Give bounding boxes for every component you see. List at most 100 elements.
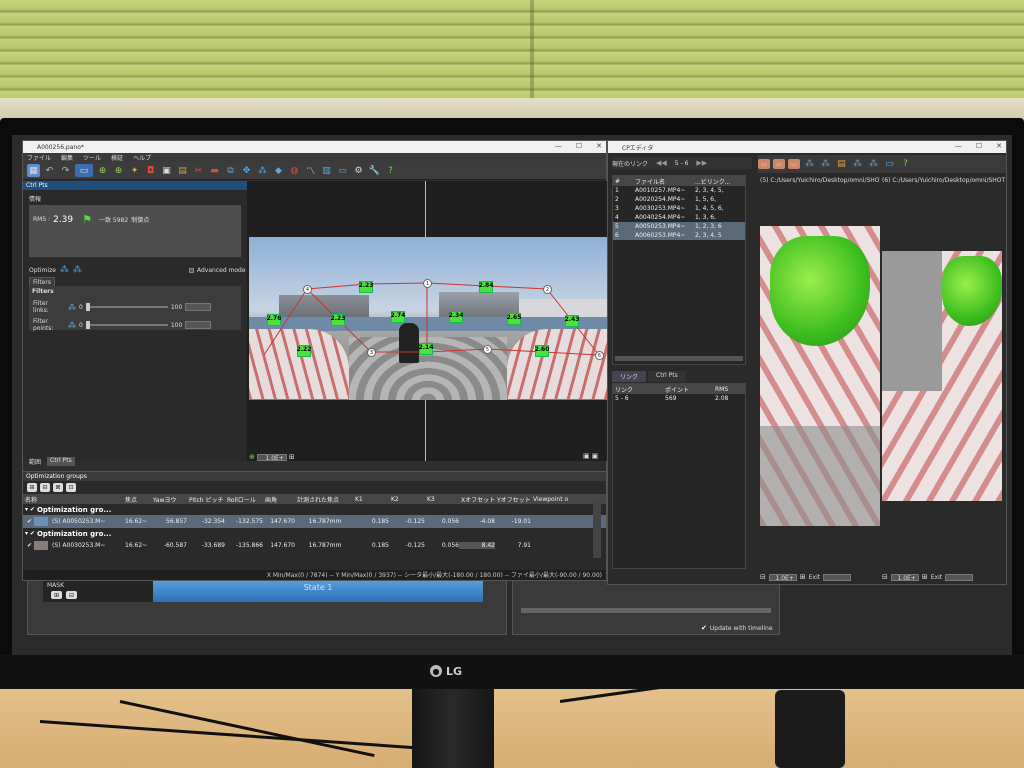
control-point-label[interactable]: 2.23 <box>359 281 373 293</box>
maximize-icon[interactable]: ☐ <box>576 142 582 150</box>
levels-icon[interactable]: ▤ <box>176 164 189 177</box>
row-check-icon[interactable]: ✔ <box>25 518 32 525</box>
view-both-icon[interactable]: ▭ <box>788 159 800 169</box>
help-icon[interactable]: ? <box>384 164 397 177</box>
left-exit[interactable]: Exit <box>809 574 820 581</box>
display-icon[interactable]: ▭ <box>336 164 349 177</box>
menu-help[interactable]: ヘルプ <box>133 153 151 162</box>
left-zoom[interactable]: 1.0E+ <box>768 573 797 582</box>
menu-edit[interactable]: 編集 <box>61 153 73 162</box>
right-zoom[interactable]: 1.0E+ <box>890 573 919 582</box>
control-point-label[interactable]: 2.84 <box>479 281 493 293</box>
list-item[interactable]: 1 A0010257.MP4~ 2, 3, 4, 5, <box>613 186 745 195</box>
group-row[interactable]: ▾ ✔ Optimization gro... <box>23 528 606 539</box>
zoom-in-icon[interactable]: ⊞ <box>922 573 928 581</box>
tab-filters[interactable]: Filters <box>29 277 55 286</box>
network-icon[interactable]: ⁂ <box>819 158 832 171</box>
timeline-scrollbar[interactable] <box>521 608 771 613</box>
tab-ctrl-pts[interactable]: Ctrl Pts <box>648 371 686 382</box>
points-icon[interactable]: ⁂ <box>867 158 880 171</box>
maximize-icon[interactable]: ☐ <box>976 142 982 150</box>
minimize-icon[interactable]: — <box>555 142 562 150</box>
col-link[interactable]: リンク <box>613 385 663 394</box>
col-rms[interactable]: RMS <box>713 386 743 393</box>
table-row[interactable]: ✔ (S) A0030253.M~ 16.62~ -60.587 -33.689 … <box>23 539 606 552</box>
project-icon[interactable]: ▦ <box>27 164 40 177</box>
mask-add-icon[interactable]: ⊞ <box>51 591 62 599</box>
image-node[interactable]: 5 <box>483 345 492 354</box>
close-icon[interactable]: ✕ <box>596 142 602 150</box>
add-group-icon[interactable]: ⊞ <box>27 483 37 492</box>
col-x-offset[interactable]: Xオフセット <box>459 495 495 504</box>
zoom-in-icon[interactable]: ⊞ <box>289 453 295 461</box>
network-icon[interactable]: ⁂ <box>803 158 816 171</box>
help-icon[interactable]: ? <box>899 158 912 171</box>
diamond-icon[interactable]: ◆ <box>272 164 285 177</box>
next-link-icon[interactable]: ▶▶ <box>696 159 707 167</box>
minimize-icon[interactable]: — <box>955 142 962 150</box>
checkbox-checked-icon[interactable]: ✔ <box>701 624 707 632</box>
crosshair-icon[interactable]: ⊕ <box>96 164 109 177</box>
list-item[interactable]: 5 A0050253.MP4~ 1, 2, 3, 6 <box>613 222 745 231</box>
rotate-icon[interactable]: ✦ <box>128 164 141 177</box>
optimize-selected-icon[interactable]: ⁂ <box>73 265 82 275</box>
optimization-scrollbar[interactable] <box>593 498 601 558</box>
row-x-offset[interactable]: 8.42 <box>459 542 495 549</box>
render-icon[interactable]: ▭ <box>75 164 93 177</box>
col-points[interactable]: ポイント <box>663 385 713 394</box>
control-point-label[interactable]: 2.14 <box>419 343 433 355</box>
target-icon[interactable]: ⊕ <box>112 164 125 177</box>
col-name[interactable]: 名称 <box>23 495 123 504</box>
filter-points-slider[interactable] <box>85 321 168 329</box>
right-exit[interactable]: Exit <box>931 574 942 581</box>
list-item[interactable]: 6 A0060253.MP4~ 2, 3, 4, 5 <box>613 231 745 240</box>
col-fov[interactable]: 画角 <box>263 495 295 504</box>
list-item[interactable]: 5 - 6 569 2.08 <box>613 394 745 403</box>
split-icon[interactable]: ✂ <box>192 164 205 177</box>
zoom-out-icon[interactable]: ⊟ <box>760 573 766 581</box>
camera-icon[interactable]: ▥ <box>320 164 333 177</box>
advanced-mode-checkbox[interactable] <box>189 268 194 273</box>
tab-links[interactable]: リンク <box>612 371 647 382</box>
mask-tool-icon[interactable]: ◘ <box>144 164 157 177</box>
control-point-label[interactable]: 2.43 <box>565 315 579 327</box>
col-filename[interactable]: ファイル名 <box>633 177 693 186</box>
zoom-value[interactable]: 1.0E+ <box>256 453 287 462</box>
previous-link-icon[interactable]: ◀◀ <box>656 159 667 167</box>
mask-edit-icon[interactable]: ⊟ <box>66 591 77 599</box>
group-row[interactable]: ▾ ✔ Optimization gro... <box>23 504 606 515</box>
filter-points-input[interactable] <box>185 321 212 329</box>
link-group-icon[interactable]: ⊠ <box>53 483 63 492</box>
display-icon[interactable]: ▭ <box>883 158 896 171</box>
panorama-image[interactable]: 2.23 2.84 2.76 2.23 2.74 2.34 2.65 2.43 … <box>249 237 607 400</box>
control-point-label[interactable]: 2.76 <box>267 314 281 326</box>
filter-links-slider[interactable] <box>85 303 168 311</box>
network-icon[interactable]: ⁂ <box>256 164 269 177</box>
col-roll[interactable]: Rollロール <box>225 495 263 504</box>
settings-icon[interactable]: ⚙ <box>352 164 365 177</box>
col-focal[interactable]: 焦点 <box>123 495 151 504</box>
list-item[interactable]: 3 A0030253.MP4~ 1, 4, 5, 6, <box>613 204 745 213</box>
col-measured-focal[interactable]: 計測された焦点 <box>295 495 353 504</box>
col-index[interactable]: # <box>613 178 633 185</box>
optimize-all-icon[interactable]: ⁂ <box>60 265 69 275</box>
mask-tool-icon[interactable]: ▤ <box>835 158 848 171</box>
image-node[interactable]: 3 <box>367 348 376 357</box>
menu-verify[interactable]: 検証 <box>111 153 123 162</box>
left-image-view[interactable] <box>760 226 880 526</box>
redo-icon[interactable]: ↷ <box>59 164 72 177</box>
files-scrollbar[interactable] <box>615 356 743 361</box>
col-pitch[interactable]: Pitch ピッチ <box>187 495 225 504</box>
zoom-in-icon[interactable]: ⊞ <box>800 573 806 581</box>
undo-icon[interactable]: ↶ <box>43 164 56 177</box>
filter-links-input[interactable] <box>185 303 212 311</box>
points-icon[interactable]: ⁂ <box>851 158 864 171</box>
image-node[interactable]: 1 <box>423 279 432 288</box>
control-point-label[interactable]: 2.34 <box>449 311 463 323</box>
view-left-icon[interactable]: ▭ <box>758 159 770 169</box>
left-exit-value[interactable] <box>823 573 852 581</box>
unlink-group-icon[interactable]: ⊡ <box>66 483 76 492</box>
close-icon[interactable]: ✕ <box>996 142 1002 150</box>
state-bar[interactable]: State 1 <box>153 580 483 602</box>
control-point-label[interactable]: 2.60 <box>535 345 549 357</box>
